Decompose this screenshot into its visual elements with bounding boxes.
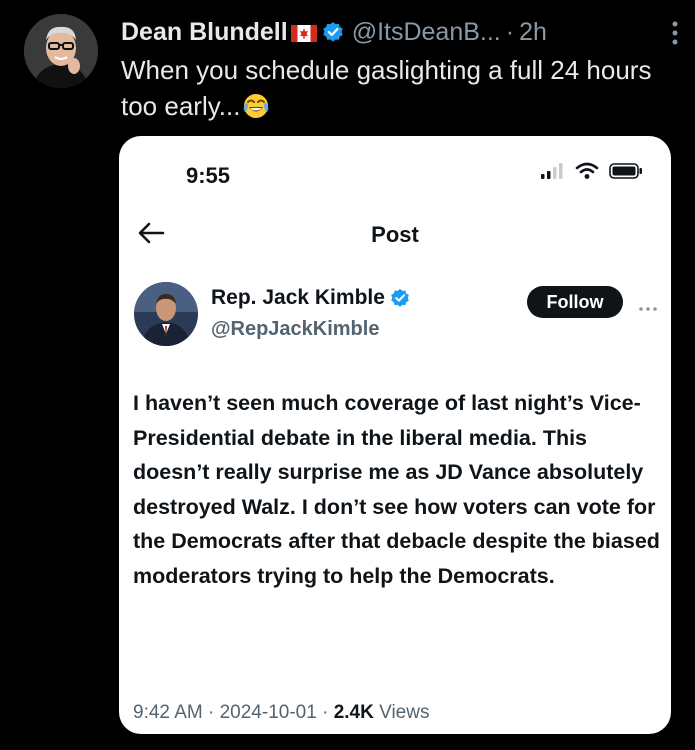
more-vertical-icon[interactable]: [671, 20, 679, 46]
embedded-post-screenshot[interactable]: 9:55 Post Rep. Jack Kimble @RepJackKimbl…: [119, 136, 671, 734]
battery-icon: [609, 163, 642, 179]
verified-badge-icon: [390, 288, 410, 308]
post-author-handle[interactable]: @RepJackKimble: [211, 318, 379, 341]
separator-dot: ·: [505, 17, 515, 46]
status-bar-icons: [541, 162, 643, 180]
views-label: Views: [373, 702, 430, 723]
views-count[interactable]: 2.4K: [334, 702, 374, 723]
author-avatar[interactable]: [24, 14, 98, 88]
canada-flag-icon: [290, 24, 317, 42]
tweet-header: Dean Blundell @ItsDeanB... · 2h: [121, 16, 675, 48]
tweet-time[interactable]: 2h: [519, 18, 547, 47]
post-author-avatar[interactable]: [134, 282, 198, 346]
person-avatar-icon: [134, 282, 198, 346]
status-bar-time: 9:55: [186, 163, 231, 188]
post-text: I haven’t seen much coverage of last nig…: [133, 391, 660, 588]
post-author-row: Rep. Jack Kimble: [211, 286, 410, 310]
author-handle[interactable]: @ItsDeanB...: [352, 18, 501, 47]
page-title: Post: [371, 222, 419, 247]
author-name[interactable]: Dean Blundell: [121, 18, 288, 47]
tweet-text: When you schedule gaslighting a full 24 …: [121, 52, 661, 124]
follow-button[interactable]: Follow: [527, 286, 623, 318]
verified-badge-icon: [322, 21, 344, 43]
post-metadata: 9:42 AM · 2024-10-01 · 2.4K Views: [133, 702, 429, 724]
tears-of-joy-emoji-icon: [242, 92, 270, 120]
person-avatar-icon: [24, 14, 98, 88]
post-date[interactable]: 2024-10-01: [220, 702, 317, 723]
wifi-icon: [575, 162, 599, 179]
more-horizontal-icon[interactable]: [638, 299, 658, 311]
signal-icon: [541, 163, 563, 179]
separator-dot: ·: [316, 702, 334, 723]
separator-dot: ·: [202, 702, 220, 723]
post-author-name[interactable]: Rep. Jack Kimble: [211, 286, 385, 310]
post-time[interactable]: 9:42 AM: [133, 702, 203, 723]
tweet-text-body: When you schedule gaslighting a full 24 …: [121, 55, 652, 121]
